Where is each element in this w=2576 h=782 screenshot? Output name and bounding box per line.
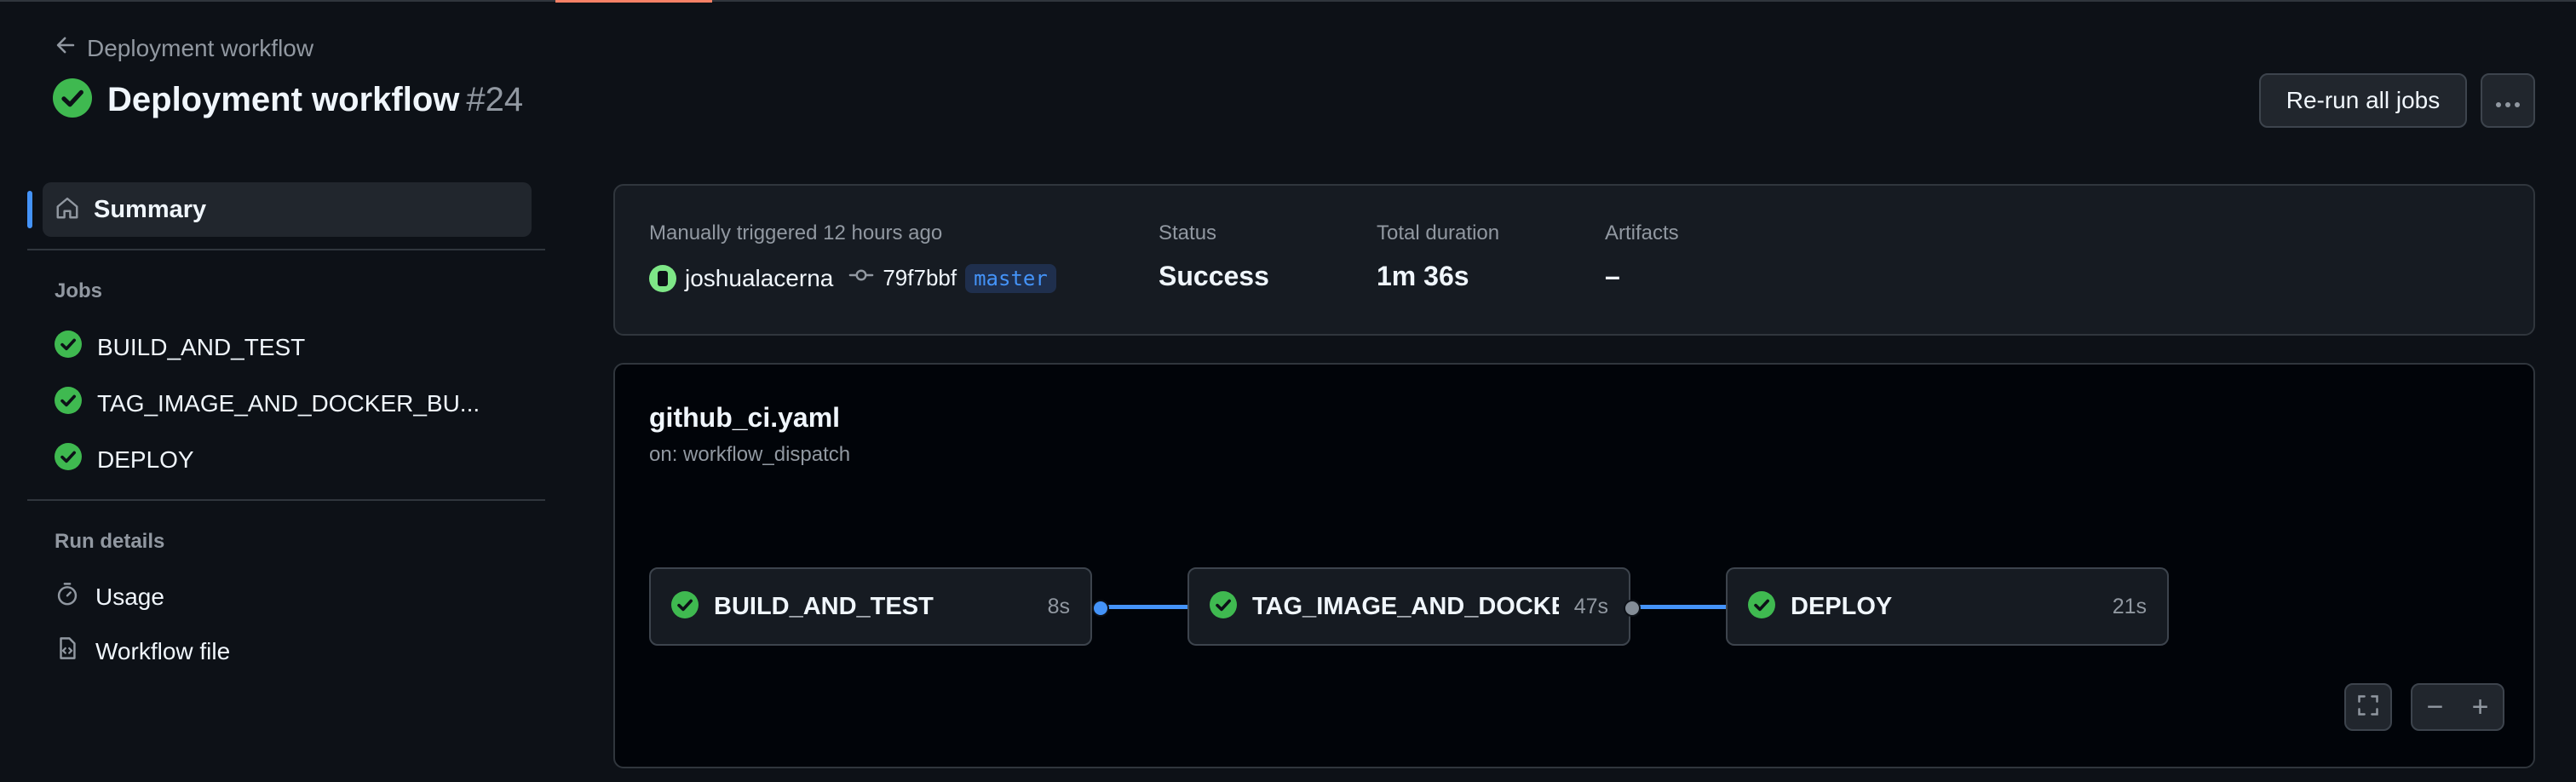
status-value: Success [1159,261,1269,291]
graph-job-duration: 47s [1573,594,1608,618]
actor-name[interactable]: joshualacerna [685,265,833,292]
fullscreen-button[interactable] [2344,683,2392,731]
graph-job-build-and-test[interactable]: BUILD_AND_TEST 8s [649,567,1092,646]
graph-connector-dot [1624,600,1641,617]
sidebar-job-label: DEPLOY [97,446,194,473]
rerun-all-jobs-button[interactable]: Re-run all jobs [2259,73,2467,128]
graph-job-duration: 21s [2112,594,2147,618]
sidebar-job-tag-image[interactable]: TAG_IMAGE_AND_DOCKER_BU... [55,387,480,420]
sidebar-divider [27,499,545,501]
success-check-icon [55,387,82,420]
home-icon [55,195,80,225]
sidebar-job-build-and-test[interactable]: BUILD_AND_TEST [55,331,305,364]
back-link[interactable]: Deployment workflow [55,34,313,62]
trigger-text: Manually triggered 12 hours ago [649,221,943,244]
run-summary-card: Manually triggered 12 hours ago joshuala… [613,184,2535,336]
graph-connector-dot [1092,600,1109,617]
avatar[interactable] [649,264,676,292]
arrow-left-icon [55,34,77,62]
jobs-heading: Jobs [55,279,103,302]
sidebar-active-indicator [27,191,32,228]
sidebar-item-workflow-file[interactable]: Workflow file [55,635,230,667]
artifacts-value: – [1605,261,1620,291]
page-title-row: Deployment workflow #24 [53,78,523,122]
artifacts-label: Artifacts [1605,221,1679,244]
more-options-button[interactable] [2481,73,2535,128]
sidebar-item-usage[interactable]: Usage [55,581,164,612]
workflow-graph-card: github_ci.yaml on: workflow_dispatch BUI… [613,363,2535,768]
sidebar-item-label: Usage [95,583,164,610]
duration-value: 1m 36s [1377,261,1469,291]
graph-job-label: BUILD_AND_TEST [714,592,934,620]
success-check-icon [671,590,699,623]
workflow-trigger: on: workflow_dispatch [649,443,851,466]
success-check-icon [1748,590,1775,623]
git-commit-icon [842,262,874,294]
top-border [0,0,2576,2]
graph-job-label: TAG_IMAGE_AND_DOCKE... [1252,592,1559,620]
graph-connector [1099,605,1194,609]
success-check-icon [55,331,82,364]
sidebar-item-label: Summary [94,195,207,223]
workflow-file-name[interactable]: github_ci.yaml [649,402,840,434]
sidebar-job-label: BUILD_AND_TEST [97,333,306,360]
kebab-horizontal-icon [2495,87,2521,114]
sidebar-job-deploy[interactable]: DEPLOY [55,443,194,476]
sidebar-item-summary[interactable]: Summary [43,182,532,237]
run-details-heading: Run details [55,530,165,553]
status-label: Status [1159,221,1217,244]
success-check-icon [1210,590,1237,623]
fullscreen-icon [2356,693,2380,722]
active-tab-underline [555,0,712,3]
graph-job-label: DEPLOY [1791,592,1893,620]
run-number: #24 [466,81,524,118]
zoom-out-button[interactable]: − [2412,691,2458,724]
sidebar-divider [27,249,545,250]
back-link-label: Deployment workflow [87,34,314,61]
zoom-in-button[interactable]: + [2458,691,2503,724]
branch-badge[interactable]: master [965,263,1056,293]
duration-label: Total duration [1377,221,1500,244]
page-title: Deployment workflow #24 [107,81,524,118]
stopwatch-icon [55,581,80,612]
graph-job-tag-image[interactable]: TAG_IMAGE_AND_DOCKE... 47s [1187,567,1630,646]
sidebar-item-label: Workflow file [95,637,231,664]
zoom-controls: − + [2411,683,2504,731]
success-check-icon [53,78,92,122]
graph-job-duration: 8s [1047,594,1070,618]
graph-connector [1637,605,1733,609]
file-code-icon [55,635,80,667]
sidebar-job-label: TAG_IMAGE_AND_DOCKER_BU... [97,389,480,417]
success-check-icon [55,443,82,476]
graph-job-deploy[interactable]: DEPLOY 21s [1726,567,2169,646]
actor-row: joshualacerna 79f7bbf master [649,262,1056,294]
commit-sha[interactable]: 79f7bbf [883,265,957,291]
